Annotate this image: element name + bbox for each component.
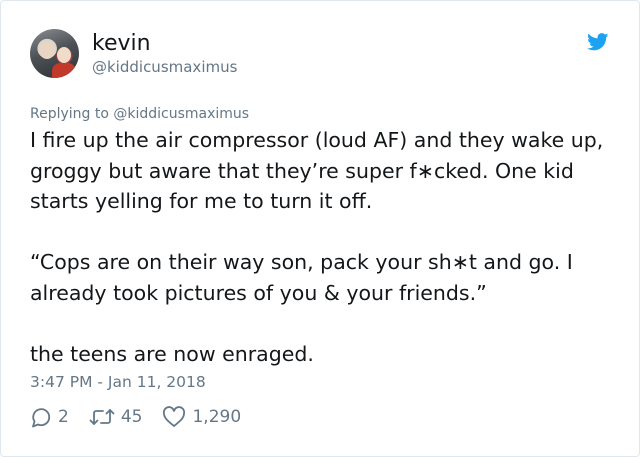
timestamp[interactable]: 3:47 PM - Jan 11, 2018: [30, 372, 206, 392]
twitter-bird-icon[interactable]: [587, 33, 609, 51]
avatar-face: [57, 47, 71, 63]
tweet-text: I fire up the air compressor (loud AF) a…: [30, 125, 620, 369]
tweet-paragraph: the teens are now enraged.: [30, 341, 314, 366]
replying-to-label: Replying to @kiddicusmaximus: [30, 106, 250, 122]
action-bar: 2 45 1,290: [30, 404, 261, 430]
reply-button[interactable]: 2: [30, 406, 69, 428]
avatar[interactable]: [30, 29, 79, 78]
retweet-button[interactable]: 45: [89, 406, 143, 428]
retweet-icon: [89, 409, 115, 425]
reply-count: 2: [58, 407, 69, 427]
user-handle[interactable]: @kiddicusmaximus: [92, 57, 237, 77]
tweet-paragraph: “Cops are on their way son, pack your sh…: [30, 250, 573, 305]
avatar-face: [39, 41, 55, 59]
retweet-count: 45: [120, 407, 143, 427]
tweet-card: kevin @kiddicusmaximus Replying to @kidd…: [0, 0, 640, 457]
heart-icon: [163, 406, 186, 427]
like-count: 1,290: [192, 407, 242, 427]
tweet-paragraph: I fire up the air compressor (loud AF) a…: [30, 128, 604, 213]
reply-icon: [32, 408, 51, 428]
avatar-shirt: [52, 63, 76, 78]
like-button[interactable]: 1,290: [162, 406, 241, 428]
display-name[interactable]: kevin: [92, 30, 151, 58]
